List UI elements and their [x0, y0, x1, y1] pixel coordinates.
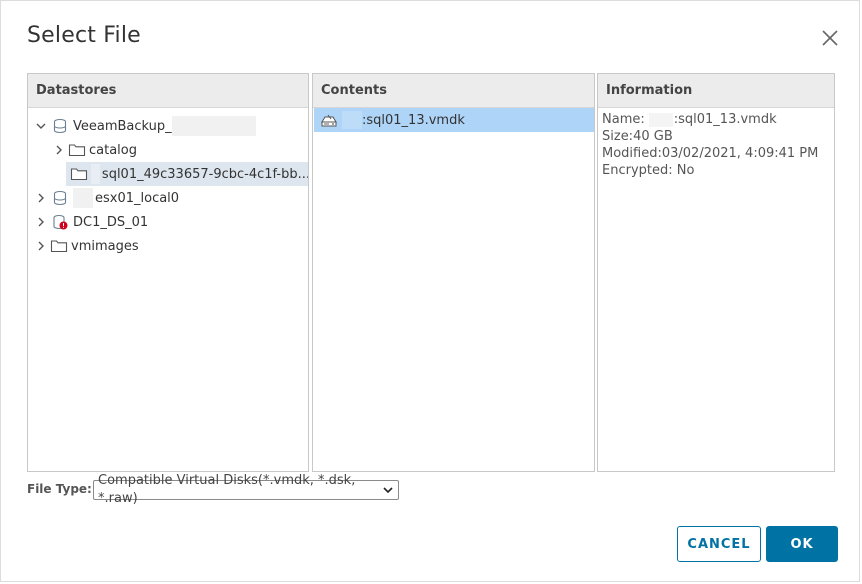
- chevron-right-icon[interactable]: [52, 143, 66, 157]
- info-size: Size:40 GB: [602, 129, 673, 144]
- contents-pane: Contents :sql01_13.vmdk: [312, 73, 595, 472]
- info-encrypted-label: Encrypted:: [602, 163, 673, 178]
- datastores-header: Datastores: [28, 74, 308, 108]
- redacted-text: [171, 116, 256, 136]
- chevron-right-icon[interactable]: [34, 191, 48, 205]
- info-name-label: Name:: [602, 112, 645, 127]
- tree-item-label: esx01_local0: [95, 190, 180, 206]
- tree-item-label: sql01_49c33657-9cbc-4c1f-bb...: [101, 166, 309, 182]
- tree-item-esx01-local0[interactable]: esx01_local0: [34, 186, 179, 210]
- ok-button[interactable]: OK: [766, 526, 838, 562]
- info-modified-value: 03/02/2021, 4:09:41 PM: [661, 146, 819, 161]
- datastore-error-icon: [52, 214, 70, 230]
- folder-icon: [68, 142, 86, 158]
- datastores-pane: Datastores VeeamBackup_ catalog sql01_49…: [27, 73, 309, 472]
- tree-item-catalog[interactable]: catalog: [52, 138, 137, 162]
- tree-item-veeambackup[interactable]: VeeamBackup_: [34, 114, 256, 138]
- info-name: Name: :sql01_13.vmdk: [602, 112, 777, 127]
- virtual-disk-icon: [320, 112, 338, 128]
- content-item-vmdk[interactable]: :sql01_13.vmdk: [314, 108, 594, 132]
- redacted-text: [91, 164, 100, 184]
- chevron-down-icon: [381, 483, 395, 497]
- info-modified: Modified:03/02/2021, 4:09:41 PM: [602, 146, 818, 161]
- redacted-text: [342, 111, 362, 129]
- datastore-icon: [52, 190, 70, 206]
- content-item-label: :sql01_13.vmdk: [362, 112, 465, 128]
- redacted-text: [73, 188, 93, 208]
- tree-item-label: VeeamBackup_: [73, 118, 172, 134]
- file-type-select[interactable]: Compatible Virtual Disks(*.vmdk, *.dsk, …: [93, 473, 399, 506]
- file-type-selected-value: Compatible Virtual Disks(*.vmdk, *.dsk, …: [98, 473, 356, 506]
- dialog-title: Select File: [27, 23, 141, 48]
- info-encrypted-value: No: [676, 163, 695, 178]
- tree-item-vmimages[interactable]: vmimages: [34, 234, 139, 258]
- tree-item-dc1-ds-01[interactable]: DC1_DS_01: [34, 210, 148, 234]
- redacted-text: [648, 112, 673, 127]
- info-size-label: Size:: [602, 129, 634, 144]
- folder-icon: [70, 166, 88, 182]
- information-pane: Information Name: :sql01_13.vmdk Size:40 …: [597, 73, 835, 472]
- datastore-icon: [52, 118, 70, 134]
- info-modified-label: Modified:: [602, 146, 662, 161]
- information-header: Information: [598, 74, 834, 108]
- tree-item-label: vmimages: [71, 238, 139, 254]
- folder-icon: [50, 238, 68, 254]
- info-encrypted: Encrypted: No: [602, 163, 694, 178]
- tree-item-sql01-folder[interactable]: sql01_49c33657-9cbc-4c1f-bb...: [66, 162, 309, 186]
- cancel-button[interactable]: CANCEL: [677, 526, 761, 562]
- chevron-right-icon[interactable]: [34, 239, 48, 253]
- select-file-dialog: Select File Datastores VeeamBackup_ cata…: [0, 0, 860, 582]
- close-icon[interactable]: [819, 27, 841, 49]
- info-size-value: 40 GB: [633, 129, 673, 144]
- tree-item-label: catalog: [89, 142, 137, 158]
- file-type-label: File Type:: [27, 482, 92, 496]
- info-name-value: :sql01_13.vmdk: [673, 112, 777, 127]
- contents-header: Contents: [313, 74, 594, 108]
- tree-item-label: DC1_DS_01: [73, 214, 149, 230]
- chevron-down-icon[interactable]: [34, 119, 48, 133]
- chevron-right-icon[interactable]: [34, 215, 48, 229]
